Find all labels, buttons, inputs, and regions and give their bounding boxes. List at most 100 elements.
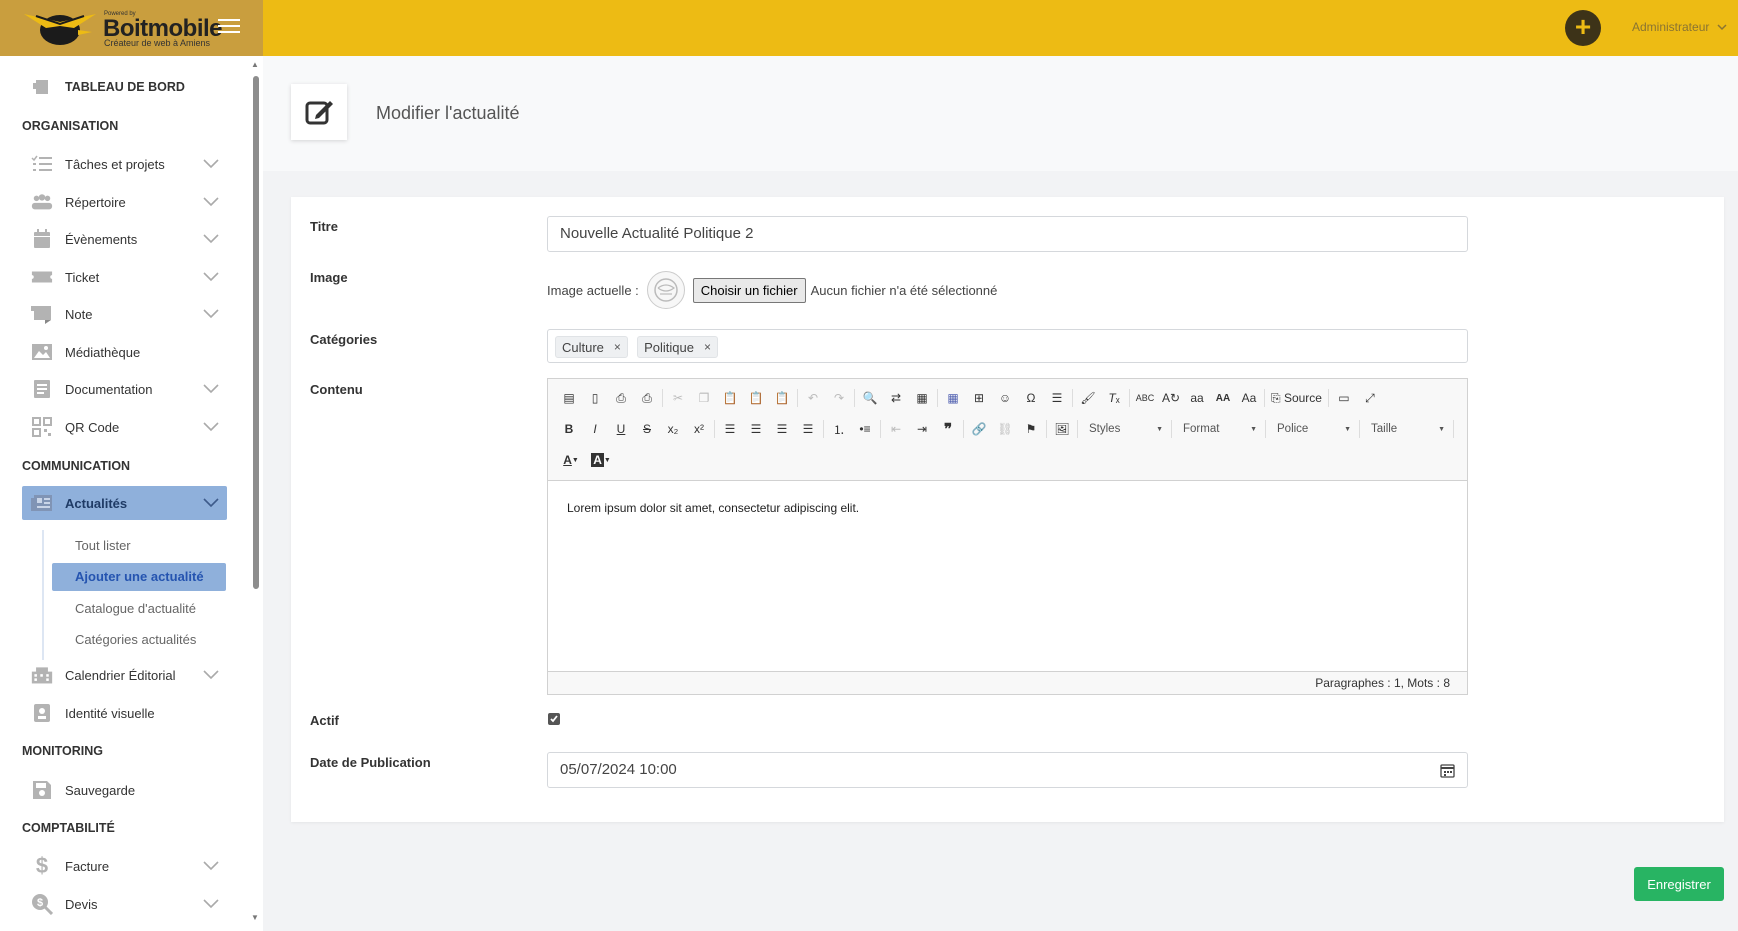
toolbar-row-2: B I U S x₂ x² ☰ ☰ ☰ ☰ ⒈ •≡ ⇤ ⇥ ❞ 🔗 ⛓ ⚑ 🖼… <box>556 417 1456 441</box>
capitalize-icon[interactable]: Aa <box>1236 387 1262 409</box>
format-painter-icon[interactable]: 🖌 <box>1075 387 1101 409</box>
submenu-list-all[interactable]: Tout lister <box>52 532 226 560</box>
link-icon[interactable]: 🔗 <box>966 418 992 440</box>
sidebar-item-directory[interactable]: Répertoire <box>22 185 227 219</box>
new-page-icon[interactable]: ▯ <box>582 387 608 409</box>
print-icon[interactable]: ⎙ <box>634 387 660 409</box>
submenu-catalogue[interactable]: Catalogue d'actualité <box>52 595 226 623</box>
numbered-list-icon[interactable]: ⒈ <box>826 418 852 440</box>
preview-icon[interactable]: ⎙ <box>608 387 634 409</box>
save-button[interactable]: Enregistrer <box>1634 867 1724 901</box>
paste-word-icon[interactable]: 📋 <box>769 387 795 409</box>
submenu-categories[interactable]: Catégories actualités <box>52 626 226 654</box>
select-all-icon[interactable]: ▦ <box>909 387 935 409</box>
sidebar-item-ticket[interactable]: Ticket <box>22 260 227 294</box>
spellcheck-icon[interactable]: ABC <box>1132 387 1158 409</box>
calendar-icon[interactable] <box>1440 763 1455 778</box>
format-dropdown[interactable]: Format ▼ <box>1177 418 1263 440</box>
replace-icon[interactable]: ⇄ <box>883 387 909 409</box>
date-input[interactable]: 05/07/2024 10:00 <box>547 752 1468 788</box>
font-dropdown[interactable]: Police ▼ <box>1271 418 1357 440</box>
copy-icon[interactable]: ❐ <box>691 387 717 409</box>
newspaper-icon <box>31 493 53 513</box>
document-icon <box>31 379 53 399</box>
sidebar-item-label: Documentation <box>65 381 153 397</box>
remove-tag-icon[interactable]: × <box>704 340 711 354</box>
format-label: Format <box>1183 423 1220 435</box>
italic-icon[interactable]: I <box>582 418 608 440</box>
sidebar-item-media[interactable]: Médiathèque <box>22 335 227 369</box>
sidebar-item-note[interactable]: Note <box>22 297 227 331</box>
maximize-icon[interactable]: ⤢ <box>1357 387 1383 409</box>
save-doc-icon[interactable]: ▤ <box>556 387 582 409</box>
text-color-icon[interactable]: A ▼ <box>556 449 586 471</box>
cut-icon[interactable]: ✂ <box>665 387 691 409</box>
undo-icon[interactable]: ↶ <box>800 387 826 409</box>
toolbar-row-3: A ▼ A ▼ <box>556 448 616 472</box>
sidebar-item-events[interactable]: Évènements <box>22 222 227 256</box>
justify-icon[interactable]: ☰ <box>795 418 821 440</box>
sidebar-item-news[interactable]: Actualités <box>22 486 227 520</box>
sidebar-item-invoice[interactable]: $ Facture <box>22 849 227 883</box>
anchor-flag-icon[interactable]: ⚑ <box>1018 418 1044 440</box>
sidebar-item-visual-identity[interactable]: Identité visuelle <box>22 696 227 730</box>
size-dropdown[interactable]: Taille ▼ <box>1365 418 1451 440</box>
uppercase-icon[interactable]: AA <box>1210 387 1236 409</box>
scroll-up-icon[interactable]: ▲ <box>251 60 259 69</box>
unlink-icon[interactable]: ⛓ <box>992 418 1018 440</box>
align-left-icon[interactable]: ☰ <box>717 418 743 440</box>
section-communication: COMMUNICATION <box>22 459 131 473</box>
building-icon <box>31 665 53 685</box>
title-input[interactable]: Nouvelle Actualité Politique 2 <box>547 216 1468 252</box>
styles-dropdown[interactable]: Styles ▼ <box>1083 418 1169 440</box>
language-icon[interactable]: A↻ <box>1158 387 1184 409</box>
paste-icon[interactable]: 📋 <box>717 387 743 409</box>
sidebar-item-quote[interactable]: $ Devis <box>22 887 227 921</box>
menu-toggle-icon[interactable] <box>218 19 240 35</box>
superscript-icon[interactable]: x² <box>686 418 712 440</box>
subscript-icon[interactable]: x₂ <box>660 418 686 440</box>
templates-icon[interactable]: ▭ <box>1331 387 1357 409</box>
table-icon[interactable]: ⊞ <box>966 387 992 409</box>
source-icon[interactable]: ⎘ Source <box>1267 387 1326 409</box>
active-checkbox[interactable] <box>548 713 560 725</box>
strike-icon[interactable]: S <box>634 418 660 440</box>
sidebar-scrollbar[interactable] <box>253 76 259 589</box>
choose-file-button[interactable]: Choisir un fichier <box>692 277 806 303</box>
sidebar-item-documentation[interactable]: Documentation <box>22 372 227 406</box>
sidebar-item-tasks[interactable]: Tâches et projets <box>22 147 227 181</box>
scroll-down-icon[interactable]: ▼ <box>251 913 259 922</box>
find-icon[interactable]: 🔍 <box>857 387 883 409</box>
smiley-icon[interactable]: ☺ <box>992 387 1018 409</box>
sidebar-item-qrcode[interactable]: QR Code <box>22 410 227 444</box>
remove-format-icon[interactable]: Tₓ <box>1101 387 1127 409</box>
background-color-icon[interactable]: A ▼ <box>586 449 616 471</box>
paste-text-icon[interactable]: 📋 <box>743 387 769 409</box>
bold-icon[interactable]: B <box>556 418 582 440</box>
user-menu[interactable]: Administrateur <box>1632 20 1727 34</box>
horizontal-rule-icon[interactable]: ☰ <box>1044 387 1070 409</box>
align-center-icon[interactable]: ☰ <box>743 418 769 440</box>
indent-icon[interactable]: ⇥ <box>909 418 935 440</box>
remove-tag-icon[interactable]: × <box>614 340 621 354</box>
categories-select[interactable]: Culture × Politique × <box>547 329 1468 363</box>
lowercase-icon[interactable]: aa <box>1184 387 1210 409</box>
redo-icon[interactable]: ↷ <box>826 387 852 409</box>
sidebar-item-label: Ticket <box>65 269 100 285</box>
special-char-icon[interactable]: Ω <box>1018 387 1044 409</box>
image-insert-icon[interactable]: 🖼 <box>1049 418 1075 440</box>
rich-text-editor: ▤ ▯ ⎙ ⎙ ✂ ❐ 📋 📋 📋 ↶ ↷ 🔍 ⇄ ▦ ▦ ⊞ ☺ Ω ☰ 🖌 <box>547 378 1468 695</box>
submenu-add-news[interactable]: Ajouter une actualité <box>52 563 226 591</box>
bullet-list-icon[interactable]: •≡ <box>852 418 878 440</box>
show-blocks-icon[interactable]: ▦ <box>940 387 966 409</box>
toolbar-row-1: ▤ ▯ ⎙ ⎙ ✂ ❐ 📋 📋 📋 ↶ ↷ 🔍 ⇄ ▦ ▦ ⊞ ☺ Ω ☰ 🖌 <box>556 386 1383 410</box>
underline-icon[interactable]: U <box>608 418 634 440</box>
sidebar-item-backup[interactable]: Sauvegarde <box>22 773 227 807</box>
sidebar-item-editorial-calendar[interactable]: Calendrier Éditorial <box>22 658 227 692</box>
add-button[interactable]: + <box>1565 10 1601 46</box>
blockquote-icon[interactable]: ❞ <box>935 418 961 440</box>
align-right-icon[interactable]: ☰ <box>769 418 795 440</box>
sidebar-item-dashboard[interactable]: TABLEAU DE BORD <box>22 70 227 104</box>
outdent-icon[interactable]: ⇤ <box>883 418 909 440</box>
editor-content[interactable]: Lorem ipsum dolor sit amet, consectetur … <box>548 482 1467 667</box>
